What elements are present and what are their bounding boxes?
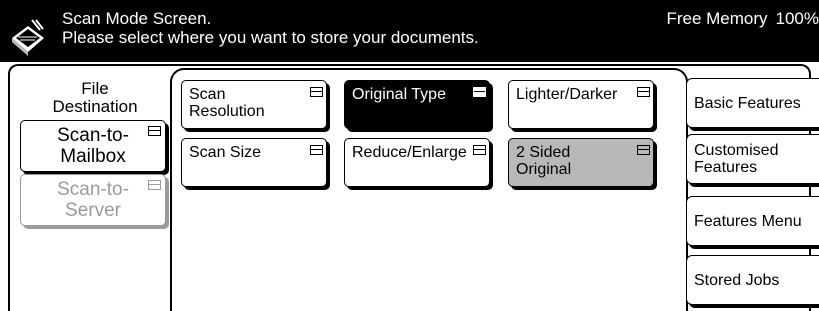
scan-resolution-button[interactable]: Scan Resolution [181,80,327,129]
tab-icon [148,126,161,136]
scan-to-server-label-line2: Server [65,200,121,221]
customised-features-tab[interactable]: Customised Features [686,134,819,184]
free-memory-label: Free Memory [666,9,768,28]
customised-features-label-line2: Features [694,159,758,176]
file-destination-label-line1: File [81,79,109,98]
tab-icon [473,87,486,97]
scan-resolution-label-line1: Scan [189,86,226,103]
basic-features-tab[interactable]: Basic Features [686,78,819,128]
reduce-enlarge-button[interactable]: Reduce/Enlarge [344,138,490,187]
screen-title: Scan Mode Screen. [62,9,212,28]
scanner-icon [12,19,44,56]
lighter-darker-button[interactable]: Lighter/Darker [508,80,654,129]
free-memory-indicator: Free Memory 100% [666,10,819,27]
basic-features-label: Basic Features [694,94,801,112]
features-menu-tab[interactable]: Features Menu [686,196,819,246]
two-sided-label-line2: Original [516,161,572,178]
two-sided-original-button[interactable]: 2 Sided Original [508,138,654,187]
tab-icon [637,145,650,155]
tab-icon [148,180,161,190]
file-destination-label: File Destination [20,80,170,116]
two-sided-label-line1: 2 Sided [516,144,571,161]
customised-features-label-line1: Customised [694,142,779,159]
file-destination-label-line2: Destination [52,97,138,116]
lighter-darker-label: Lighter/Darker [516,86,618,103]
scan-size-button[interactable]: Scan Size [181,138,327,187]
screen-instruction: Please select where you want to store yo… [62,28,479,47]
header-bar: Scan Mode Screen. Please select where yo… [0,0,819,62]
features-menu-label: Features Menu [694,212,802,230]
free-memory-value: 100% [775,9,819,28]
stored-jobs-label: Stored Jobs [694,271,780,289]
scan-to-mailbox-label-line2: Mailbox [60,146,126,167]
scan-to-server-button[interactable]: Scan-to- Server [20,174,166,226]
tab-icon [473,145,486,155]
tab-icon [310,145,323,155]
original-type-label: Original Type [352,86,446,103]
stored-jobs-tab[interactable]: Stored Jobs [686,255,819,305]
scan-resolution-label-line2: Resolution [189,103,265,120]
scan-size-label: Scan Size [189,144,262,161]
scan-to-server-label-line1: Scan-to- [57,179,129,200]
tab-icon [310,87,323,97]
scan-to-mailbox-button[interactable]: Scan-to- Mailbox [20,120,166,172]
tab-icon [637,87,650,97]
reduce-enlarge-label: Reduce/Enlarge [352,144,467,161]
scan-to-mailbox-label-line1: Scan-to- [57,125,129,146]
original-type-button[interactable]: Original Type [344,80,490,129]
